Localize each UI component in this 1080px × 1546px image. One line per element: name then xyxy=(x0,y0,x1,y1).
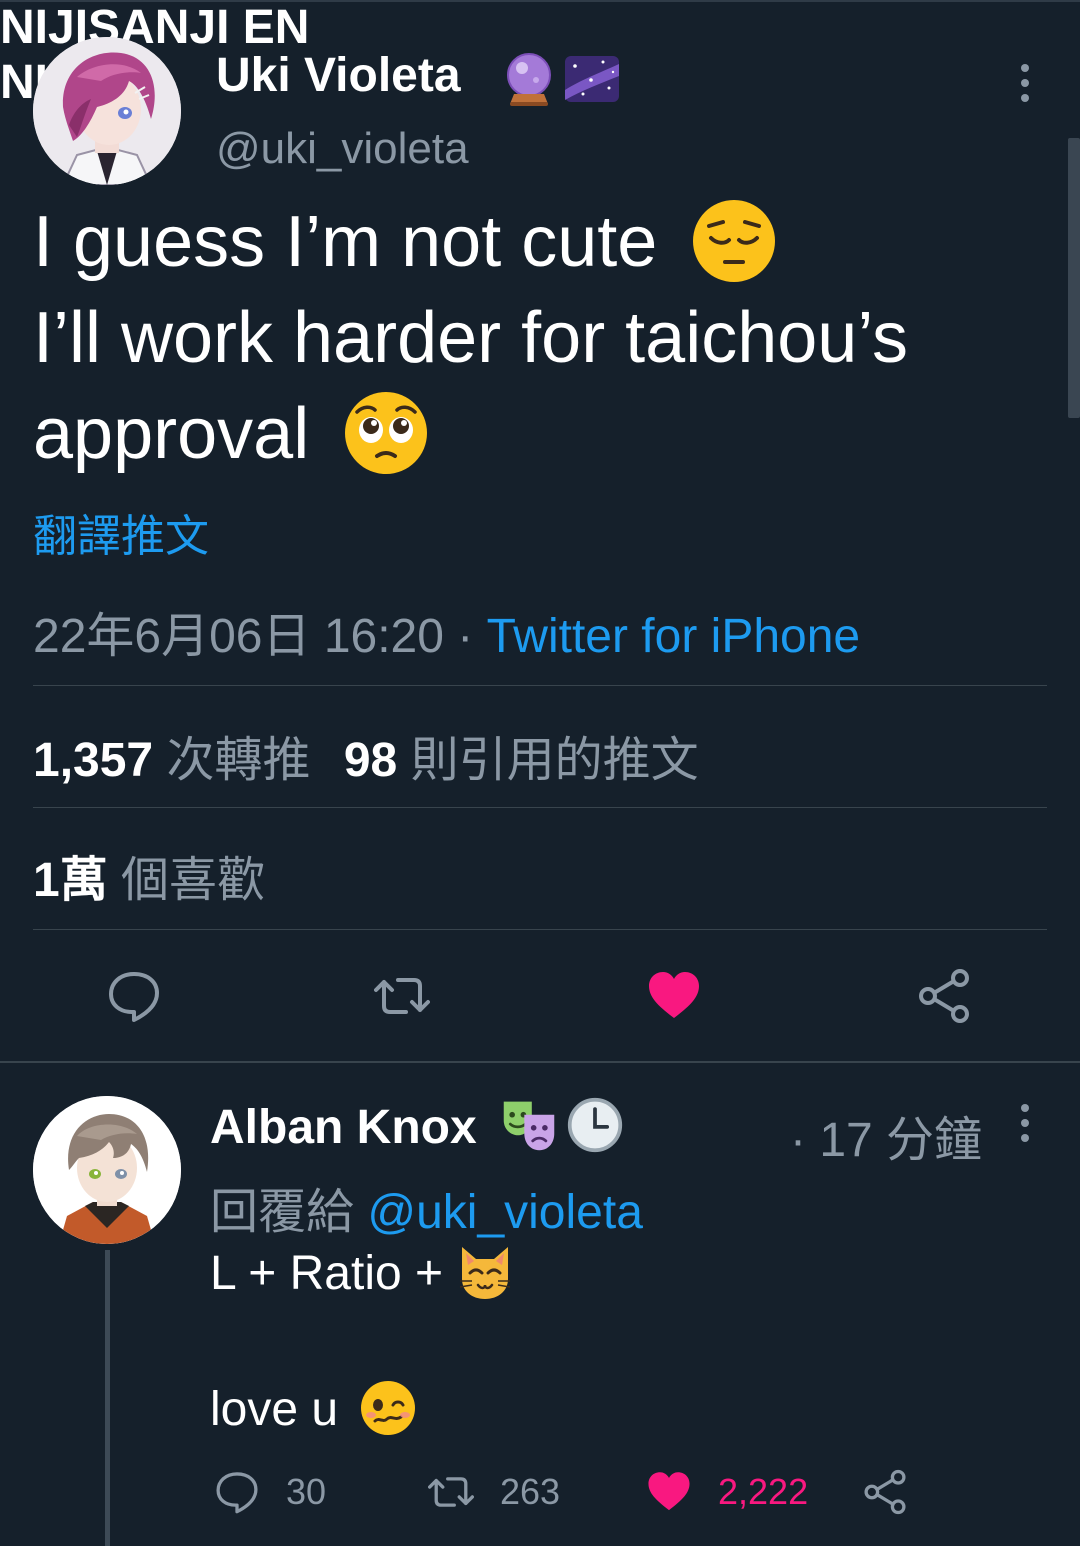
likes-stat[interactable]: 1萬 個喜歡 xyxy=(33,840,265,910)
tweet-text-line-3-wrap: approval xyxy=(33,392,429,482)
like-icon-filled[interactable] xyxy=(646,968,702,1024)
reply-text-2: love u xyxy=(210,1383,339,1436)
replying-to: 回覆給 @uki_violeta xyxy=(210,1172,643,1242)
tweet-text-line-2: I’ll work harder for taichou’s xyxy=(33,298,909,378)
time-separator: · xyxy=(790,1114,806,1167)
performing-arts-icon xyxy=(503,1101,555,1151)
reply-text-line-1: L + Ratio + xyxy=(210,1246,514,1305)
crystal-ball-icon xyxy=(507,53,551,106)
share-icon[interactable] xyxy=(916,968,972,1024)
tweet-text-line-1: I guess I’m not cute xyxy=(33,202,658,283)
author-name[interactable]: Uki Violeta xyxy=(216,48,461,103)
reply-share-button[interactable] xyxy=(862,1468,934,1516)
quotes-label: 則引用的推文 xyxy=(410,734,699,787)
retweet-icon xyxy=(428,1477,474,1507)
reply-mention-link[interactable]: @uki_violeta xyxy=(367,1186,643,1239)
meta-separator: · xyxy=(457,610,474,663)
reply-author-name[interactable]: Alban Knox xyxy=(210,1100,477,1155)
author-handle[interactable]: @uki_violeta xyxy=(216,124,469,174)
divider xyxy=(33,807,1047,808)
reply-avatar[interactable] xyxy=(33,1096,181,1244)
avatar[interactable] xyxy=(33,37,181,185)
reply-retweet-button[interactable]: 263 xyxy=(428,1468,560,1516)
pleading-face-icon xyxy=(345,392,428,474)
cat-face-icon xyxy=(460,1247,511,1300)
likes-count: 1萬 xyxy=(33,854,108,907)
quotes-count: 98 xyxy=(343,734,398,787)
translate-tweet-link[interactable]: 翻譯推文 xyxy=(33,500,209,564)
woozy-face-icon xyxy=(361,1381,416,1436)
org-label: NIJISANJI EN xyxy=(0,1,310,54)
scrollbar-thumb[interactable] xyxy=(1068,138,1080,418)
reply-icon xyxy=(216,1472,258,1514)
replying-to-label: 回覆給 xyxy=(210,1186,355,1239)
thread-line xyxy=(105,1250,110,1546)
retweet-icon[interactable] xyxy=(374,968,430,1024)
tweet-text-line-3: approval xyxy=(33,394,310,475)
quotes-stat[interactable]: 98 則引用的推文 xyxy=(344,734,699,787)
reply-text-line-2: love u xyxy=(210,1381,417,1441)
retweets-label: 次轉推 xyxy=(166,734,311,787)
more-options-icon[interactable] xyxy=(1021,64,1029,109)
retweets-count: 1,357 xyxy=(33,734,154,787)
reply-icon[interactable] xyxy=(106,968,162,1024)
tweet-meta: 22年6月06日 16:20 · Twitter for iPhone xyxy=(33,596,860,666)
share-icon xyxy=(864,1469,906,1515)
clock-icon xyxy=(567,1097,623,1153)
reply-reply-button[interactable]: 30 xyxy=(214,1468,326,1516)
timestamp[interactable]: 22年6月06日 16:20 xyxy=(33,610,444,663)
likes-label: 個喜歡 xyxy=(121,854,266,907)
reply-replies-count: 30 xyxy=(286,1471,327,1512)
reply-retweets-count: 263 xyxy=(500,1471,561,1512)
retweets-stat[interactable]: 1,357 次轉推 xyxy=(33,734,324,787)
reply-likes-count: 2,222 xyxy=(718,1471,809,1512)
retweet-quote-stats: 1,357 次轉推 98 則引用的推文 xyxy=(33,720,699,790)
divider xyxy=(33,685,1047,686)
divider xyxy=(0,1061,1080,1063)
reply-more-options-icon[interactable] xyxy=(1021,1104,1029,1149)
reply-time-value: 17 分鐘 xyxy=(819,1114,983,1167)
like-icon-filled xyxy=(648,1472,690,1511)
pensive-face-icon xyxy=(693,200,776,282)
reply-time[interactable]: · 17 分鐘 xyxy=(790,1100,982,1170)
milky-way-icon xyxy=(565,56,619,102)
top-border xyxy=(0,0,1080,2)
tweet-text-line: I guess I’m not cute xyxy=(33,200,777,290)
source-link[interactable]: Twitter for iPhone xyxy=(487,610,861,663)
divider xyxy=(33,929,1047,930)
reply-like-button[interactable]: 2,222 xyxy=(646,1468,808,1516)
reply-text-1: L + Ratio + xyxy=(210,1247,444,1300)
